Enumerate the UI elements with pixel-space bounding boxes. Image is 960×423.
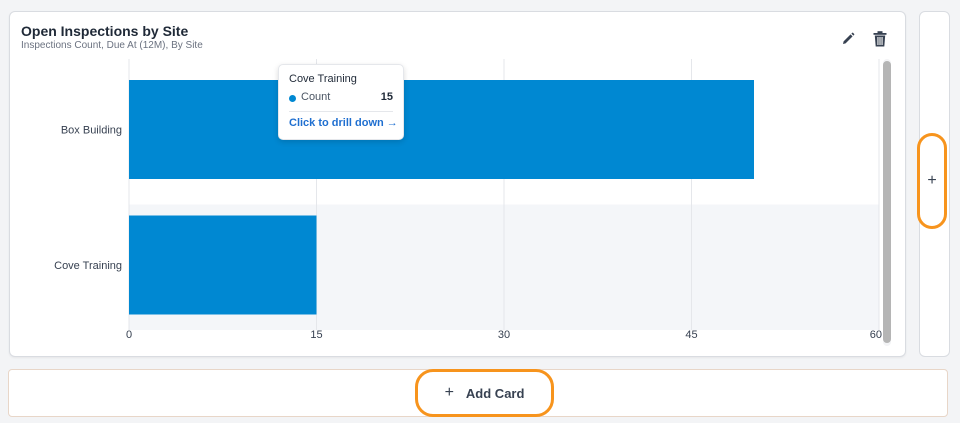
bar-box-building[interactable] [129,80,754,179]
x-tick-label: 60 [870,329,882,341]
x-tick-label: 0 [126,329,132,341]
add-card-label: Add Card [465,385,525,401]
plus-icon: + [927,172,937,189]
side-panel: + [917,11,950,357]
x-tick-label: 15 [310,329,322,341]
chart-card: Open Inspections by Site Inspections Cou… [9,11,906,357]
tooltip-divider [289,111,393,112]
plus-icon: + [444,384,454,401]
add-card-button[interactable]: + Add Card [415,369,554,417]
x-tick-label: 45 [685,329,697,341]
series-color-dot [289,95,296,102]
category-label: Box Building [61,125,122,137]
bar-chart: Box Building Cove Training 0 15 30 45 60 [54,59,882,341]
add-card-bar: + Add Card [8,369,948,417]
chart-scrollbar[interactable] [883,59,891,346]
chart-tooltip: Cove Training Count 15 Click to drill do… [278,64,404,140]
scrollbar-thumb[interactable] [883,61,891,343]
add-column-button[interactable]: + [917,133,947,229]
x-tick-label: 30 [498,329,510,341]
category-label: Cove Training [54,260,122,272]
tooltip-value: 15 [380,91,393,103]
bar-cove-training[interactable] [129,215,317,315]
drill-down-link[interactable]: Click to drill down → [289,117,398,129]
tooltip-title: Cove Training [289,73,357,85]
tooltip-series-label: Count [301,91,331,103]
